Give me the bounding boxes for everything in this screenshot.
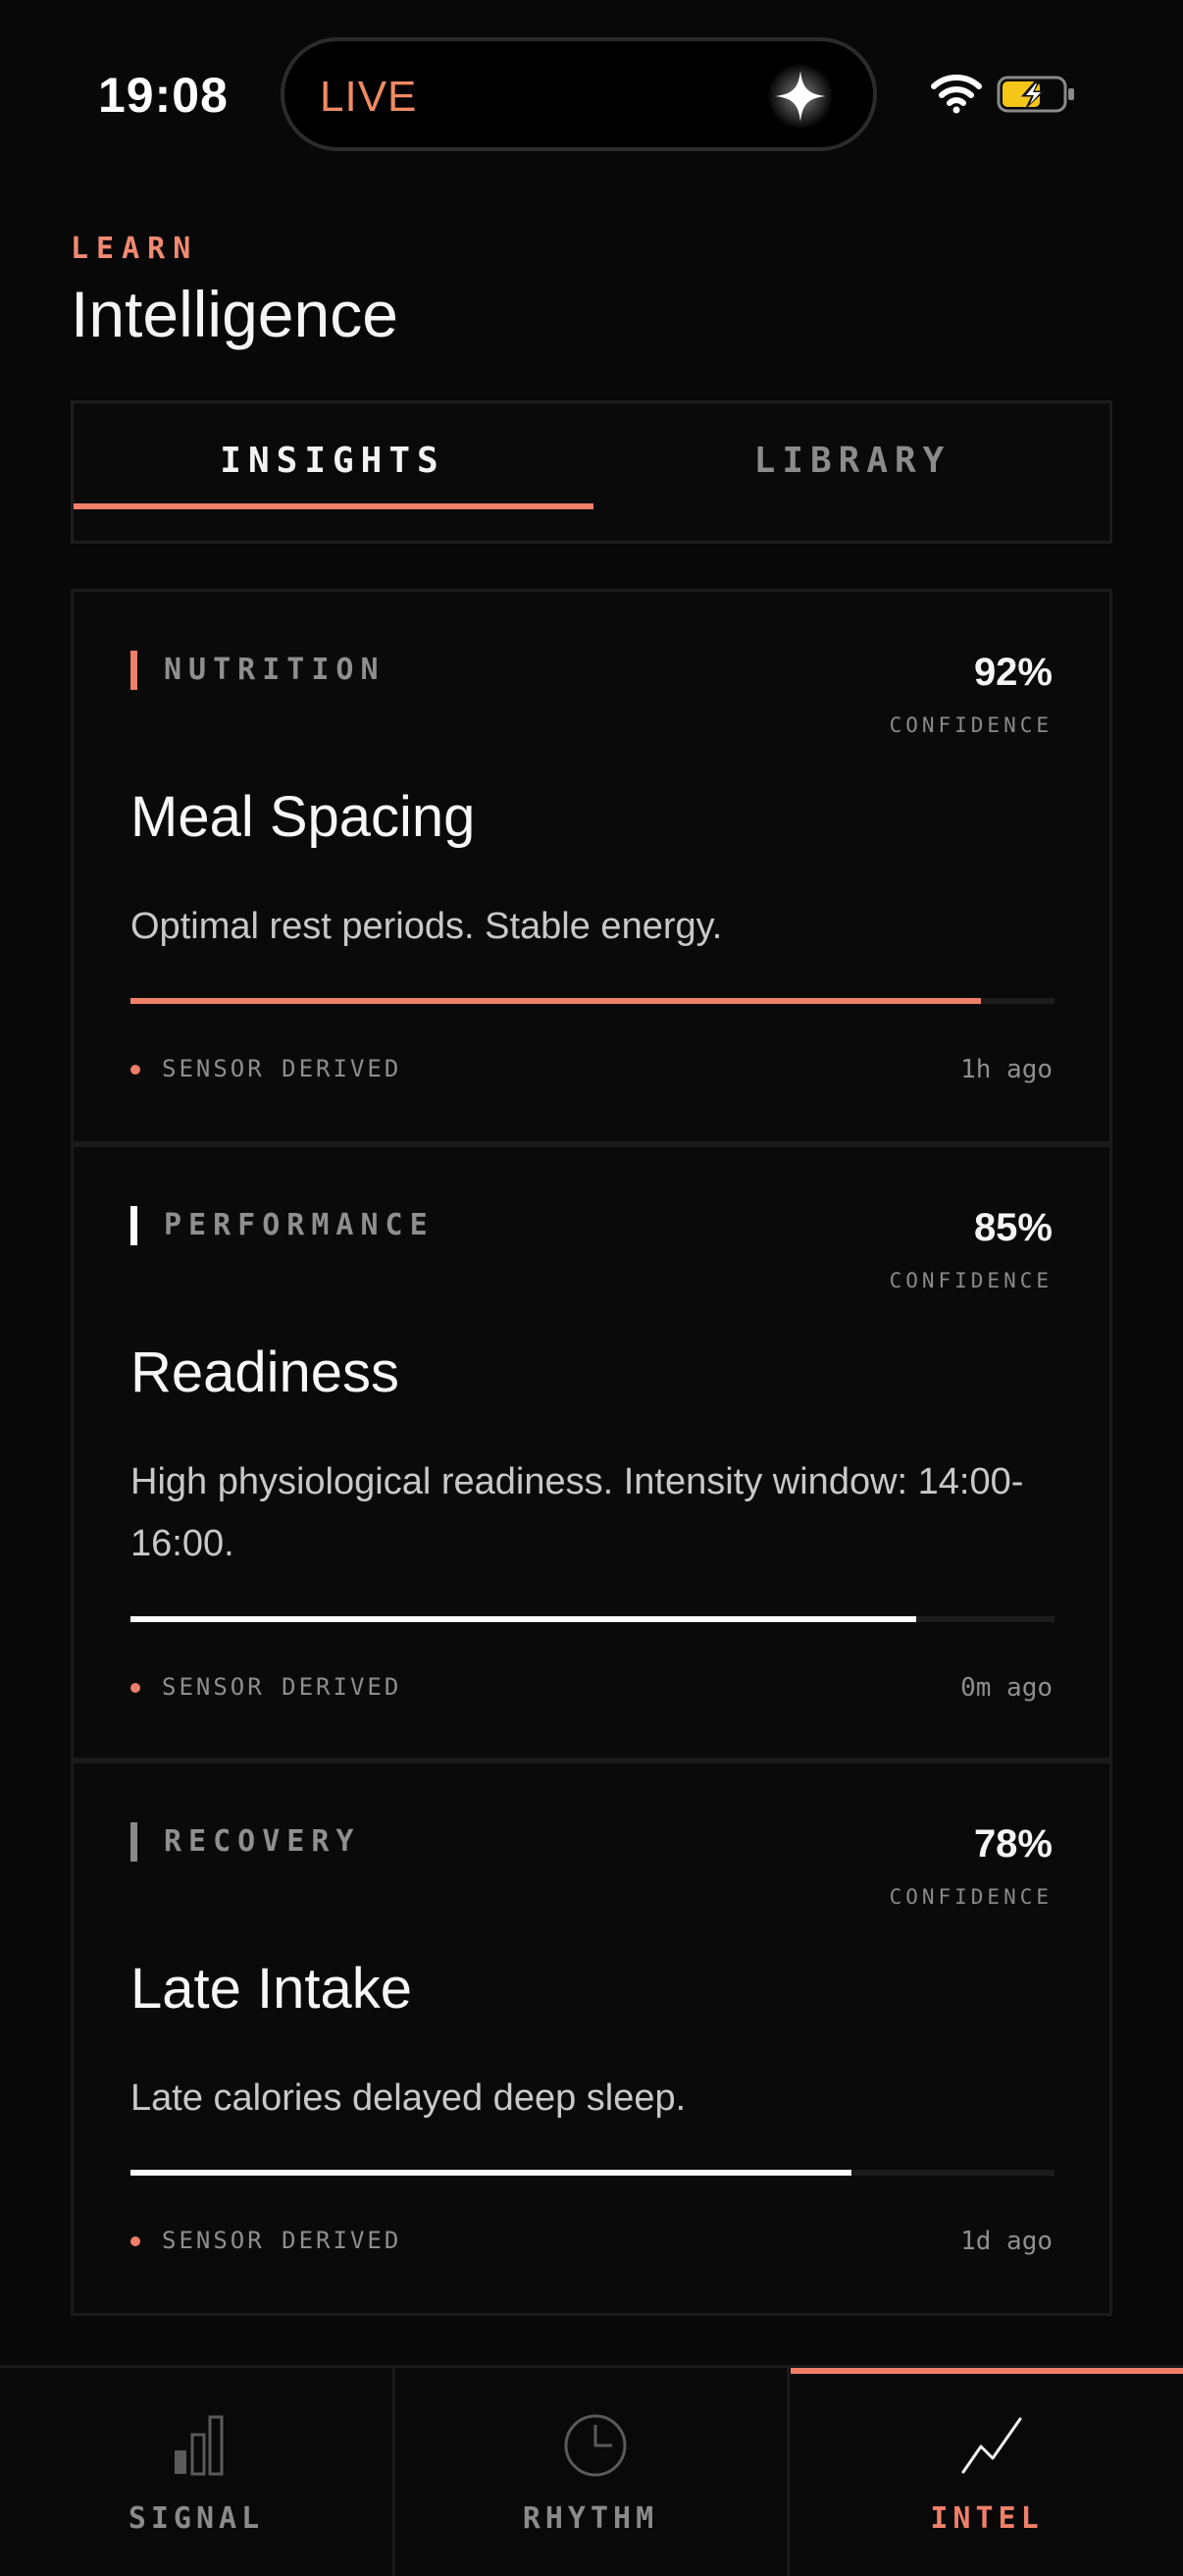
insight-card-performance[interactable]: PERFORMANCE 85% CONFIDENCE Readiness Hig… [71, 1144, 1112, 1761]
insight-timestamp: 1d ago [960, 2227, 1053, 2256]
signal-bars-icon [175, 2415, 224, 2476]
confidence-progress-fill [130, 1616, 916, 1622]
live-activity-island[interactable]: LIVE [281, 37, 877, 151]
sensor-derived-label: SENSOR DERIVED [162, 2227, 402, 2254]
live-label: LIVE [320, 73, 418, 121]
nav-rhythm-label: RHYTHM [522, 2501, 659, 2536]
confidence-progress-fill [130, 2170, 851, 2176]
insight-description: Late calories delayed deep sleep. [130, 2077, 687, 2119]
confidence-progress [130, 2170, 1054, 2176]
insight-timestamp: 1h ago [960, 1055, 1053, 1084]
confidence-label: CONFIDENCE [889, 713, 1053, 737]
confidence-progress-fill [130, 998, 981, 1004]
confidence-value: 92% [973, 651, 1053, 694]
confidence-value: 78% [973, 1822, 1053, 1866]
insight-title: Readiness [130, 1341, 400, 1404]
confidence-value: 85% [973, 1206, 1053, 1249]
confidence-progress [130, 998, 1054, 1004]
tab-library[interactable]: LIBRARY [593, 403, 1111, 541]
tab-insights[interactable]: INSIGHTS [74, 403, 593, 541]
tab-bar: INSIGHTS LIBRARY [71, 400, 1112, 544]
category-marker [130, 651, 137, 690]
insight-title: Meal Spacing [130, 785, 476, 849]
sensor-dot [130, 1683, 140, 1693]
bottom-navigation: SIGNAL RHYTHM INTEL [0, 2365, 1183, 2576]
insight-card-recovery[interactable]: RECOVERY 78% CONFIDENCE Late Intake Late… [71, 1761, 1112, 2316]
insight-title: Late Intake [130, 1957, 412, 2021]
sensor-derived-label: SENSOR DERIVED [162, 1055, 402, 1082]
nav-intel[interactable]: INTEL [791, 2368, 1183, 2576]
category-label: RECOVERY [164, 1824, 361, 1859]
nav-signal-label: SIGNAL [128, 2501, 265, 2536]
page-title: Intelligence [71, 278, 398, 350]
category-marker [130, 1822, 137, 1862]
insight-description: Optimal rest periods. Stable energy. [130, 906, 723, 947]
insight-description: High physiological readiness. Intensity … [130, 1461, 1024, 1564]
sparkle-icon [767, 63, 834, 130]
tab-library-label: LIBRARY [753, 441, 952, 481]
insight-card-nutrition[interactable]: NUTRITION 92% CONFIDENCE Meal Spacing Op… [71, 589, 1112, 1144]
tab-insights-label: INSIGHTS [220, 441, 445, 481]
sensor-dot [130, 2236, 140, 2246]
sensor-dot [130, 1065, 140, 1075]
nav-rhythm[interactable]: RHYTHM [394, 2368, 790, 2576]
trend-line-icon [961, 2417, 1022, 2474]
category-marker [130, 1206, 137, 1245]
category-label: PERFORMANCE [164, 1208, 435, 1242]
category-label: NUTRITION [164, 653, 386, 687]
nav-intel-label: INTEL [930, 2501, 1044, 2536]
active-nav-indicator [791, 2368, 1183, 2374]
confidence-label: CONFIDENCE [889, 1269, 1053, 1292]
sensor-derived-label: SENSOR DERIVED [162, 1673, 402, 1701]
nav-signal[interactable]: SIGNAL [0, 2368, 395, 2576]
wifi-icon [931, 75, 982, 114]
battery-charging-icon [997, 76, 1074, 113]
clock-icon [564, 2414, 627, 2477]
confidence-progress [130, 1616, 1054, 1622]
active-tab-indicator [74, 503, 593, 509]
insight-timestamp: 0m ago [960, 1673, 1053, 1703]
section-eyebrow: LEARN [71, 232, 199, 266]
status-time: 19:08 [98, 68, 229, 123]
confidence-label: CONFIDENCE [889, 1885, 1053, 1909]
